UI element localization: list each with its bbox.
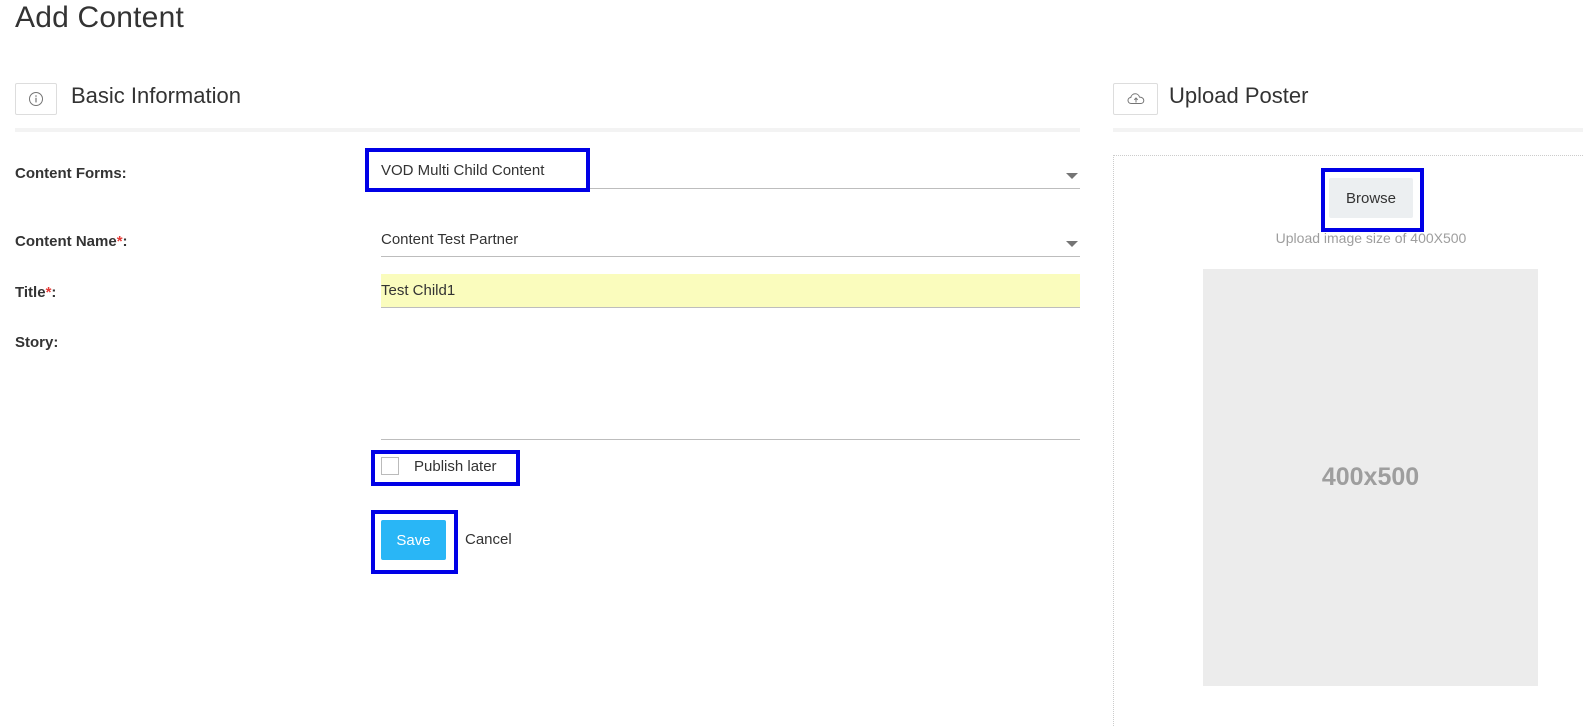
content-forms-highlight <box>365 148 590 192</box>
content-forms-label: Content Forms: <box>15 165 127 182</box>
upload-poster-title: Upload Poster <box>1169 83 1309 108</box>
content-name-select[interactable]: Content Test Partner <box>381 221 1080 257</box>
story-label: Story: <box>15 334 59 351</box>
upload-hint: Upload image size of 400X500 <box>1275 230 1467 246</box>
content-name-label: Content Name*: <box>15 233 128 250</box>
info-icon <box>15 83 57 115</box>
title-input[interactable] <box>381 274 1080 308</box>
save-highlight <box>371 510 458 574</box>
cancel-link[interactable]: Cancel <box>465 530 512 550</box>
basic-information-title: Basic Information <box>71 83 241 108</box>
chevron-down-icon <box>1066 173 1078 179</box>
content-name-value: Content Test Partner <box>381 231 519 248</box>
title-label: Title*: <box>15 284 57 301</box>
chevron-down-icon <box>1066 241 1078 247</box>
upload-divider <box>1113 128 1583 132</box>
poster-placeholder-text: 400x500 <box>1321 463 1420 491</box>
browse-highlight <box>1321 168 1424 232</box>
poster-placeholder-image: 400x500 <box>1203 269 1538 686</box>
section-divider <box>15 128 1080 132</box>
story-textarea[interactable] <box>381 325 1080 440</box>
page-title: Add Content <box>15 1 184 34</box>
publish-later-highlight <box>371 450 520 486</box>
cloud-upload-icon <box>1113 83 1158 115</box>
